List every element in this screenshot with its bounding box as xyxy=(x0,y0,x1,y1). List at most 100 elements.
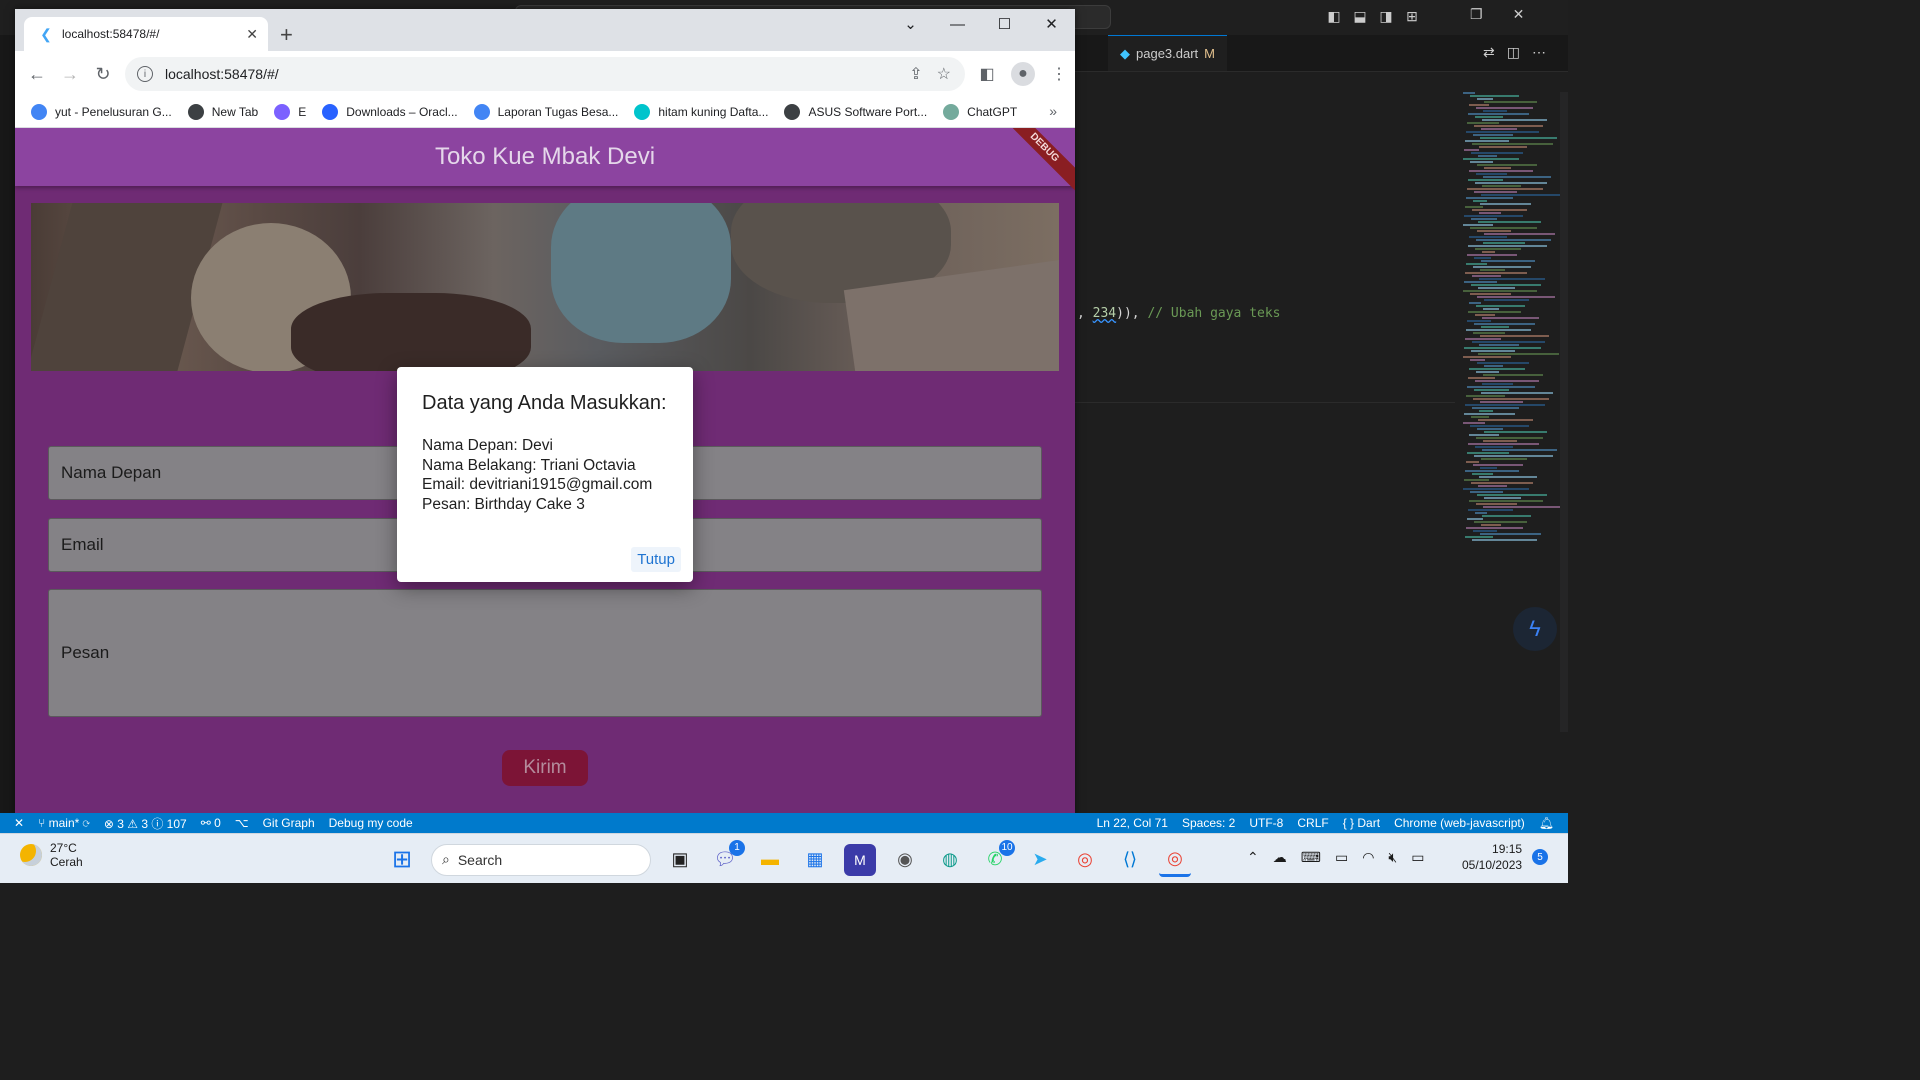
minimap-line xyxy=(1475,314,1495,316)
vscode-editor-tab[interactable]: ◆ page3.dart M xyxy=(1108,35,1228,71)
language-mode[interactable]: { } Dart xyxy=(1343,816,1380,830)
new-tab-icon[interactable]: + xyxy=(280,22,293,48)
task-view-icon[interactable]: ▣ xyxy=(664,844,696,876)
vscode-icon[interactable]: ⟨⟩ xyxy=(1114,844,1146,876)
toggle-sidebar-icon[interactable]: ◧ xyxy=(1325,7,1343,25)
bookmark-item[interactable]: hitam kuning Dafta... xyxy=(634,104,768,120)
minimap-line xyxy=(1467,188,1543,190)
store-icon[interactable]: ▦ xyxy=(799,844,831,876)
display-icon[interactable]: ▭ xyxy=(1335,849,1348,866)
close-dialog-button[interactable]: Tutup xyxy=(631,547,681,572)
share-icon[interactable]: ⇪ xyxy=(909,64,922,84)
line-ending[interactable]: CRLF xyxy=(1297,816,1328,830)
compare-icon[interactable]: ⇄ xyxy=(1483,44,1495,61)
windows-start-icon[interactable]: ⊞ xyxy=(386,844,418,876)
whatsapp-icon[interactable]: ✆ 10 xyxy=(979,839,1015,876)
toggle-secondary-sidebar-icon[interactable]: ◨ xyxy=(1377,7,1395,25)
minimap-line xyxy=(1483,242,1525,244)
chrome-window: ❮ localhost:58478/#/ ✕ + ⌄ — ☐ ✕ ← → ↻ i… xyxy=(15,9,1075,817)
bookmark-item[interactable]: Laporan Tugas Besa... xyxy=(473,104,618,120)
vscode-tab-actions: ⇄ ◫ ⋯ xyxy=(1483,44,1546,61)
teams-chat-icon[interactable]: 💬︎ 1 xyxy=(709,839,745,876)
bookmark-item[interactable]: ASUS Software Port... xyxy=(784,104,927,120)
debug-button[interactable]: Debug my code xyxy=(329,816,413,830)
extension-floating-icon[interactable]: ϟ xyxy=(1513,607,1557,651)
indentation[interactable]: Spaces: 2 xyxy=(1182,816,1235,830)
minimap-line xyxy=(1476,371,1499,373)
dart-file-icon: ◆ xyxy=(1120,45,1130,61)
camera-icon[interactable]: ◉ xyxy=(889,844,921,876)
bookmark-item[interactable]: New Tab xyxy=(187,104,258,120)
keyboard-icon[interactable]: ⌨ xyxy=(1301,849,1321,866)
clock[interactable]: 19:15 05/10/2023 xyxy=(1462,841,1522,873)
maximize-icon[interactable]: ☐ xyxy=(981,9,1028,39)
chrome-active-icon[interactable]: ◎ xyxy=(1159,842,1191,877)
close-window-icon[interactable]: ✕ xyxy=(1028,9,1075,39)
minimap-line xyxy=(1470,491,1503,493)
submit-button[interactable]: Kirim xyxy=(502,750,588,786)
chrome-icon[interactable]: ◎ xyxy=(1069,844,1101,876)
bookmark-item[interactable]: Downloads – Oracl... xyxy=(322,104,458,120)
back-icon[interactable]: ← xyxy=(25,62,49,86)
taskbar-search[interactable]: ⌕ Search xyxy=(431,843,651,876)
bookmark-item[interactable]: yut - Penelusuran G... xyxy=(31,104,172,120)
file-explorer-icon[interactable]: ▬ xyxy=(754,844,786,876)
encoding[interactable]: UTF-8 xyxy=(1249,816,1283,830)
vs-2022-icon[interactable]: M xyxy=(844,843,876,876)
browser-tab[interactable]: ❮ localhost:58478/#/ ✕ xyxy=(24,17,268,51)
minimap-line xyxy=(1474,125,1543,127)
weather-icon xyxy=(20,844,42,866)
battery-icon[interactable]: ▭ xyxy=(1411,849,1424,866)
chrome-menu-icon[interactable]: ⋮ xyxy=(1047,62,1071,86)
forward-icon[interactable]: → xyxy=(58,62,82,86)
tab-search-icon[interactable]: ⌄ xyxy=(887,9,934,39)
wifi-icon[interactable]: ◠ xyxy=(1362,849,1374,866)
cursor-position[interactable]: Ln 22, Col 71 xyxy=(1097,816,1168,830)
bookmark-item[interactable]: E xyxy=(274,104,306,120)
edge-icon[interactable]: ◍ xyxy=(934,844,966,876)
address-bar[interactable]: i localhost:58478/#/ ⇪ ☆ xyxy=(125,57,965,91)
reload-icon[interactable]: ↻ xyxy=(91,62,115,86)
message-field[interactable]: Pesan xyxy=(48,589,1042,717)
more-bookmarks-icon[interactable]: » xyxy=(1049,103,1057,119)
debug-target[interactable]: Chrome (web-javascript) xyxy=(1394,816,1525,830)
onedrive-icon[interactable]: ☁ xyxy=(1273,849,1287,866)
minimize-icon[interactable]: — xyxy=(934,9,981,39)
git-graph-icon[interactable]: ⌥ xyxy=(235,816,249,830)
minimap-line xyxy=(1480,137,1557,139)
site-info-icon[interactable]: i xyxy=(137,66,153,82)
git-branch[interactable]: ⑂ main* ⟳ xyxy=(38,816,90,830)
minimap[interactable] xyxy=(1458,92,1561,542)
git-graph-button[interactable]: Git Graph xyxy=(263,816,315,830)
close-tab-icon[interactable]: ✕ xyxy=(246,26,258,43)
more-actions-icon[interactable]: ⋯ xyxy=(1532,44,1546,61)
notification-badge[interactable]: 5 xyxy=(1532,849,1548,865)
weather-widget[interactable]: 27°C Cerah xyxy=(20,841,83,869)
minimap-line xyxy=(1467,386,1535,388)
profile-icon[interactable]: ● xyxy=(1011,62,1035,86)
close-icon[interactable]: ✕ xyxy=(1513,6,1525,23)
restore-icon[interactable]: ❐ xyxy=(1470,6,1483,23)
minimap-line xyxy=(1467,320,1491,322)
telegram-icon[interactable]: ➤ xyxy=(1024,844,1056,876)
minimap-line xyxy=(1474,191,1517,193)
remote-icon[interactable]: ✕ xyxy=(14,816,24,830)
bell-icon[interactable]: 🔔︎ xyxy=(1539,816,1554,830)
bookmark-item[interactable]: ChatGPT xyxy=(943,104,1017,120)
minimap-line xyxy=(1478,287,1515,289)
ports-status[interactable]: ⚯ 0 xyxy=(201,816,221,830)
toggle-panel-icon[interactable]: ⬓ xyxy=(1351,7,1369,25)
chevron-up-icon[interactable]: ⌃ xyxy=(1247,849,1259,866)
minimap-line xyxy=(1468,179,1503,181)
side-panel-icon[interactable]: ◧ xyxy=(975,62,999,86)
volume-muted-icon[interactable]: 🔇︎ xyxy=(1388,849,1397,866)
problems-status[interactable]: ⊗ 3 ⚠ 3 ⓘ 107 xyxy=(104,815,187,832)
customize-layout-icon[interactable]: ⊞ xyxy=(1403,7,1421,25)
browser-toolbar: ← → ↻ i localhost:58478/#/ ⇪ ☆ ◧ ● ⋮ xyxy=(15,51,1075,97)
code-line[interactable]: , 234)), // Ubah gaya teks xyxy=(1077,306,1281,321)
minimap-line xyxy=(1465,206,1483,208)
editor-scrollbar[interactable] xyxy=(1560,92,1568,732)
minimap-line xyxy=(1481,524,1501,526)
bookmark-star-icon[interactable]: ☆ xyxy=(937,64,951,84)
split-editor-icon[interactable]: ◫ xyxy=(1507,44,1520,61)
